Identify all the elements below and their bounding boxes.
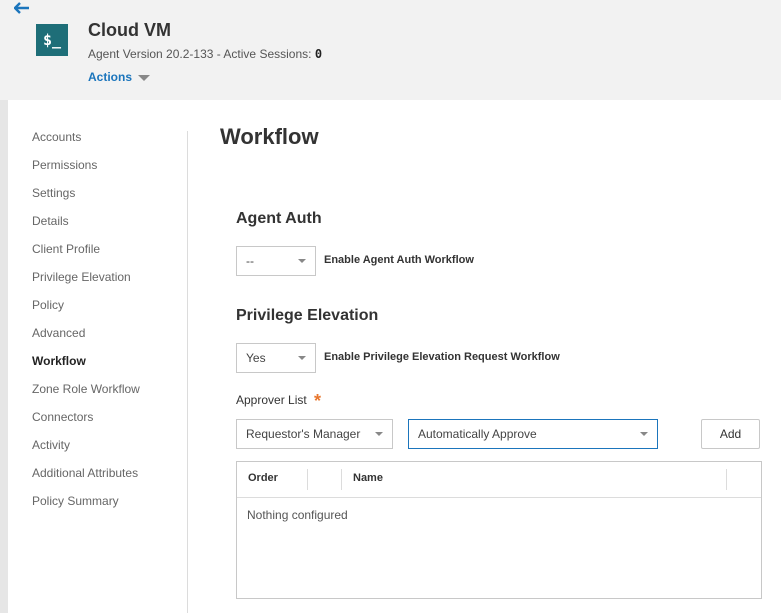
back-arrow-icon[interactable] — [14, 2, 30, 14]
page-title: Workflow — [220, 124, 319, 149]
approver-grid: Order Name Nothing configured — [236, 461, 762, 599]
sidebar-item-client-profile[interactable]: Client Profile — [32, 240, 182, 268]
actions-label: Actions — [88, 70, 133, 84]
agent-auth-heading: Agent Auth — [236, 210, 322, 227]
grid-empty-message: Nothing configured — [247, 508, 348, 522]
agent-auth-label: Enable Agent Auth Workflow — [324, 254, 474, 266]
privilege-elevation-select[interactable]: Yes — [236, 343, 316, 373]
terminal-icon: $_ — [36, 24, 68, 56]
sidebar-nav: Accounts Permissions Settings Details Cl… — [32, 128, 182, 520]
approval-mode-value: Automatically Approve — [418, 427, 537, 441]
system-title: Cloud VM — [88, 20, 171, 40]
privilege-elevation-select-value: Yes — [246, 351, 266, 365]
column-separator — [726, 469, 727, 490]
grid-header: Order Name — [237, 462, 761, 498]
agent-info: Agent Version 20.2-133 - Active Sessions… — [88, 47, 322, 61]
sidebar-divider — [187, 131, 188, 613]
column-separator — [307, 469, 308, 490]
sidebar-item-connectors[interactable]: Connectors — [32, 408, 182, 436]
sidebar-item-policy[interactable]: Policy — [32, 296, 182, 324]
active-sessions-count: 0 — [314, 47, 323, 61]
column-order[interactable]: Order — [237, 462, 307, 497]
approver-list-text: Approver List — [236, 393, 307, 407]
sidebar-item-workflow[interactable]: Workflow — [32, 352, 182, 380]
sidebar-item-advanced[interactable]: Advanced — [32, 324, 182, 352]
dropdown-arrow-icon — [375, 432, 383, 436]
actions-menu[interactable]: Actions — [88, 70, 151, 84]
approval-mode-select[interactable]: Automatically Approve — [408, 419, 658, 449]
page-header: $_ Cloud VM Agent Version 20.2-133 - Act… — [0, 0, 781, 100]
agent-auth-select[interactable]: -- — [236, 246, 316, 276]
sidebar-item-zone-role-workflow[interactable]: Zone Role Workflow — [32, 380, 182, 408]
approver-list-label: Approver List * — [236, 388, 322, 411]
sidebar-item-activity[interactable]: Activity — [32, 436, 182, 464]
dropdown-arrow-icon — [640, 432, 648, 436]
privilege-elevation-label: Enable Privilege Elevation Request Workf… — [324, 351, 560, 363]
sidebar-item-policy-summary[interactable]: Policy Summary — [32, 492, 182, 520]
sidebar-item-settings[interactable]: Settings — [32, 184, 182, 212]
sidebar-item-privilege-elevation[interactable]: Privilege Elevation — [32, 268, 182, 296]
dropdown-arrow-icon — [298, 259, 306, 263]
dropdown-arrow-icon — [298, 356, 306, 360]
agent-auth-select-value: -- — [246, 254, 254, 268]
sidebar-item-accounts[interactable]: Accounts — [32, 128, 182, 156]
sidebar-item-permissions[interactable]: Permissions — [32, 156, 182, 184]
sidebar-item-details[interactable]: Details — [32, 212, 182, 240]
sidebar-item-additional-attributes[interactable]: Additional Attributes — [32, 464, 182, 492]
column-name[interactable]: Name — [342, 462, 722, 497]
agent-version-text: Agent Version 20.2-133 - Active Sessions… — [88, 47, 312, 61]
chevron-down-icon — [138, 74, 151, 81]
approver-type-select[interactable]: Requestor's Manager — [236, 419, 393, 449]
approver-type-value: Requestor's Manager — [246, 427, 361, 441]
required-asterisk: * — [314, 391, 322, 411]
add-approver-button[interactable]: Add — [701, 419, 760, 449]
privilege-elevation-heading: Privilege Elevation — [236, 307, 379, 324]
